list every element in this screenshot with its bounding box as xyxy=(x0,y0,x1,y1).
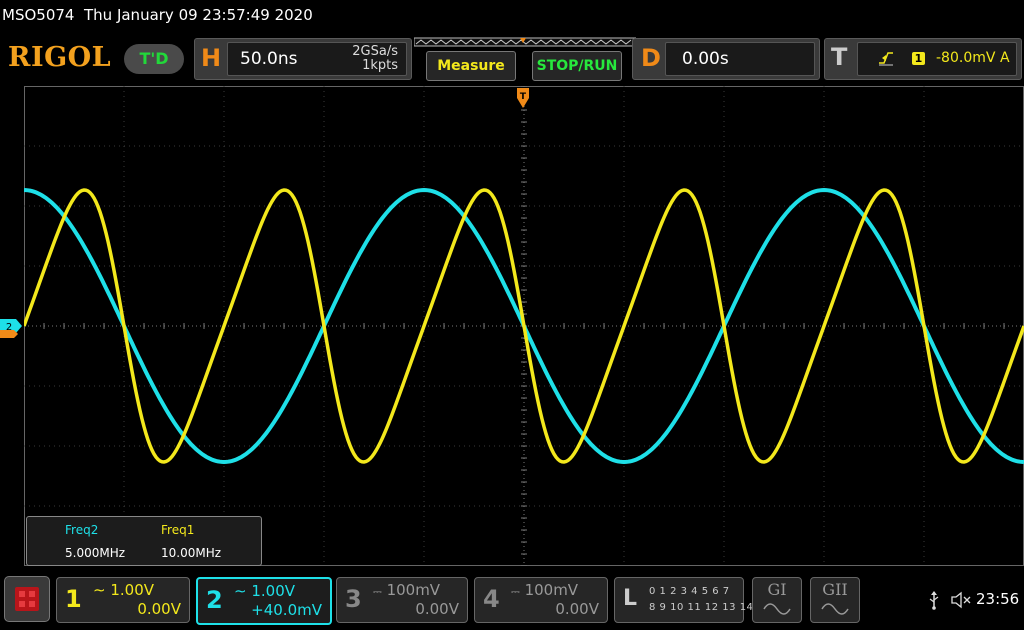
generator-1-label: GI xyxy=(767,580,787,599)
trigger-level: -80.0mV xyxy=(936,50,996,66)
channel-2-offset: +40.0mV xyxy=(251,601,322,619)
logic-label: L xyxy=(623,586,638,611)
trigger-position-marker[interactable]: T xyxy=(516,86,530,112)
ac-coupling-icon: ∼ xyxy=(234,582,247,600)
channel-3-offset: 0.00V xyxy=(415,600,459,618)
title-text: MSO5074 Thu January 09 23:57:49 2020 xyxy=(2,6,313,24)
channel-4-number: 4 xyxy=(483,585,500,613)
sample-info: 2GSa/s 1kpts xyxy=(352,45,398,73)
delay-panel[interactable]: D 0.00s xyxy=(632,38,820,80)
trigger-source-badge: 1 xyxy=(912,52,925,65)
rigol-logo: RIGOL xyxy=(8,42,112,73)
trigger-mode: A xyxy=(1000,50,1010,66)
measurement-value-freq2: 5.000MHz xyxy=(65,546,126,560)
channel-1-panel[interactable]: 1 ∼ 1.00V 0.00V xyxy=(56,577,190,623)
grid-menu-icon xyxy=(15,587,39,611)
trigger-label: T xyxy=(831,43,848,71)
horizontal-label: H xyxy=(201,44,222,72)
channel-2-scale-value: 1.00V xyxy=(251,582,296,600)
channel-1-number: 1 xyxy=(65,585,82,613)
channel-4-offset: 0.00V xyxy=(555,600,599,618)
generator-2-button[interactable]: GII xyxy=(810,577,860,623)
dc-coupling-icon: ⎓ xyxy=(373,585,382,598)
trigger-box[interactable]: 1 -80.0mV A xyxy=(857,42,1017,76)
title-bar: MSO5074 Thu January 09 23:57:49 2020 xyxy=(0,0,1024,32)
channel-1-offset: 0.00V xyxy=(137,600,181,618)
logic-channels-row-1: 0 1 2 3 4 5 6 7 xyxy=(649,586,730,597)
channel-3-scale-value: 100mV xyxy=(386,581,441,599)
waveform-display[interactable] xyxy=(24,86,1024,566)
trigger-position-bar[interactable] xyxy=(414,37,636,47)
trigger-panel[interactable]: T 1 -80.0mV A xyxy=(824,38,1022,80)
status-clock: 23:56 xyxy=(976,590,1020,608)
timebase-value: 50.0ns xyxy=(240,49,298,69)
channel-4-panel[interactable]: 4 ⎓ 100mV 0.00V xyxy=(474,577,608,623)
measurement-name-freq1: Freq1 xyxy=(161,523,195,537)
usb-icon xyxy=(929,591,939,610)
channel-3-scale: ⎓ 100mV xyxy=(373,581,440,599)
dc-coupling-icon: ⎓ xyxy=(511,585,520,598)
measurement-panel[interactable]: Freq2 Freq1 5.000MHz 10.00MHz xyxy=(26,516,262,566)
measurement-name-freq2: Freq2 xyxy=(65,523,99,537)
delay-box[interactable]: 0.00s xyxy=(665,42,815,76)
sine-wave-icon xyxy=(763,603,791,615)
generator-2-label: GII xyxy=(822,580,848,599)
td-button[interactable]: T'D xyxy=(124,44,184,74)
channel-2-panel[interactable]: 2 ∼ 1.00V +40.0mV xyxy=(196,577,332,625)
channel-3-number: 3 xyxy=(345,585,362,613)
horizontal-panel[interactable]: H 50.0ns 2GSa/s 1kpts xyxy=(194,38,412,80)
generator-1-button[interactable]: GI xyxy=(752,577,802,623)
measure-button[interactable]: Measure xyxy=(426,51,516,81)
stop-run-button[interactable]: STOP/RUN xyxy=(532,51,622,81)
channel-2-number: 2 xyxy=(206,586,223,614)
channel-1-scale: ∼ 1.00V xyxy=(93,581,154,599)
sine-wave-icon xyxy=(821,603,849,615)
timebase-box[interactable]: 50.0ns 2GSa/s 1kpts xyxy=(227,42,407,76)
svg-text:T: T xyxy=(520,92,527,102)
ac-coupling-icon: ∼ xyxy=(93,581,106,599)
speaker-muted-icon[interactable] xyxy=(950,590,972,610)
delay-value: 0.00s xyxy=(682,49,729,69)
date-time: Thu January 09 23:57:49 2020 xyxy=(84,6,313,24)
channel-4-scale: ⎓ 100mV xyxy=(511,581,578,599)
device-model: MSO5074 xyxy=(2,6,75,24)
delay-label: D xyxy=(641,44,661,72)
channel-2-scale: ∼ 1.00V xyxy=(234,582,295,600)
logic-analyzer-panel[interactable]: L 0 1 2 3 4 5 6 7 8 9 10 11 12 13 14 15 xyxy=(614,577,770,623)
measurement-value-freq1: 10.00MHz xyxy=(161,546,222,560)
rising-edge-icon xyxy=(879,52,893,66)
main-menu-button[interactable] xyxy=(4,576,50,622)
memory-depth: 1kpts xyxy=(362,58,398,73)
channel-1-offset-marker[interactable] xyxy=(0,330,20,338)
channel-4-scale-value: 100mV xyxy=(524,581,579,599)
channel-3-panel[interactable]: 3 ⎓ 100mV 0.00V xyxy=(336,577,468,623)
channel-1-scale-value: 1.00V xyxy=(110,581,155,599)
sample-rate: 2GSa/s xyxy=(352,44,398,59)
